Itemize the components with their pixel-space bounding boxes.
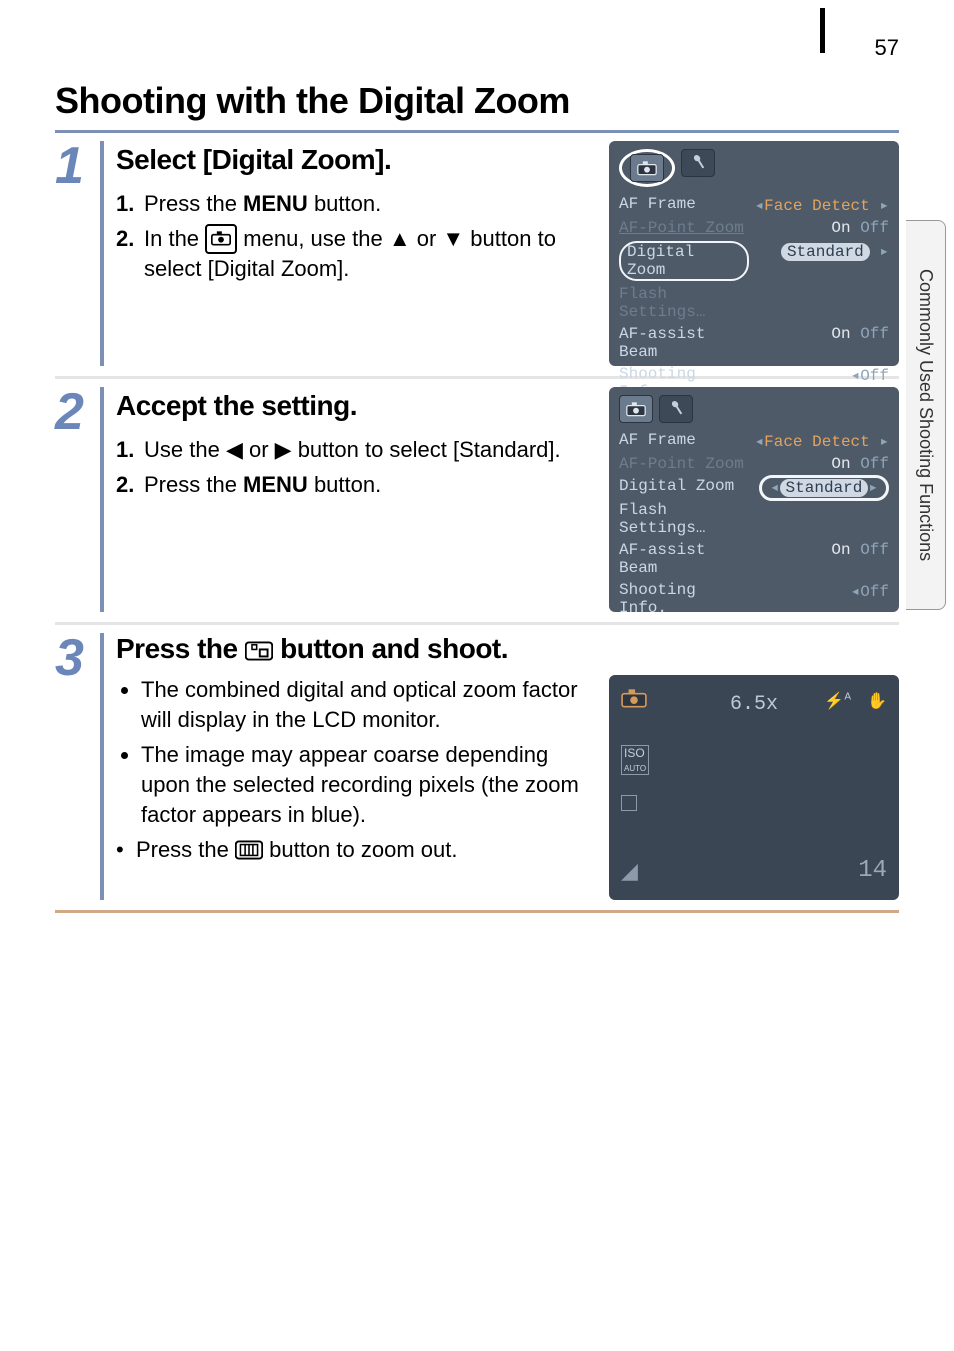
bullet-item: The combined digital and optical zoom fa…	[141, 675, 597, 734]
step-item: In the menu, use the ▲ or ▼ button to se…	[116, 224, 597, 284]
menu-row: Flash Settings…	[619, 499, 889, 539]
zoom-out-icon	[235, 837, 269, 862]
step-number: 1	[55, 141, 100, 366]
right-arrow-icon: ▶	[275, 437, 292, 462]
up-arrow-icon: ▲	[389, 226, 411, 251]
lcd-menu-screenshot-2: AF Frame◂Face Detect ▸ AF-Point ZoomOn O…	[609, 387, 899, 612]
camera-tab-icon	[619, 395, 653, 423]
step-text: Select [Digital Zoom]. Press the MENU bu…	[116, 141, 609, 366]
zoom-factor-value: 6.5x	[730, 693, 778, 716]
menu-row: AF-assist BeamOn Off	[619, 323, 889, 363]
right-arrow-icon: ▸	[879, 243, 889, 261]
flash-auto-icon: ⚡A	[824, 691, 851, 711]
step-item: Press the MENU button.	[116, 189, 597, 219]
camera-mode-icon	[621, 687, 647, 715]
menu-row: Digital ZoomStandard ▸	[619, 239, 889, 283]
menu-row: Digital Zoom◂Standard▸	[619, 475, 889, 499]
image-quality-icon: ◢	[621, 858, 638, 884]
page: 57 Shooting with the Digital Zoom 1 Sele…	[0, 0, 954, 913]
image-size-icon	[621, 795, 637, 811]
step-body: Press the button and shoot. The combined…	[100, 633, 899, 900]
camera-menu-icon	[205, 224, 237, 254]
side-tab: Commonly Used Shooting Functions	[906, 220, 946, 610]
step-body: Select [Digital Zoom]. Press the MENU bu…	[100, 141, 899, 366]
step-number: 3	[55, 633, 100, 900]
step-item: Use the ◀ or ▶ button to select [Standar…	[116, 435, 597, 465]
tools-tab-icon	[681, 149, 715, 177]
zoom-in-icon	[245, 633, 280, 664]
tools-tab-icon	[659, 395, 693, 423]
step-text: Accept the setting. Use the ◀ or ▶ butto…	[116, 387, 609, 612]
title-underline	[55, 130, 899, 133]
menu-row: AF-Point ZoomOn Off	[619, 217, 889, 239]
step-heading: Select [Digital Zoom].	[116, 141, 597, 179]
step-heading: Press the button and shoot.	[116, 633, 899, 665]
page-number: 57	[875, 35, 899, 61]
lcd-shooting-screenshot: 6.5x ⚡A ✋ ISOAUTO ◢ 14	[609, 675, 899, 900]
step-body: Accept the setting. Use the ◀ or ▶ butto…	[100, 387, 899, 612]
shots-remaining-value: 14	[858, 857, 887, 884]
circled-camera-tab	[619, 149, 675, 187]
step-item: Press the MENU button.	[116, 470, 597, 500]
menu-row: AF-Point ZoomOn Off	[619, 453, 889, 475]
side-tab-label: Commonly Used Shooting Functions	[915, 269, 936, 561]
menu-row: AF Frame◂Face Detect ▸	[619, 193, 889, 217]
menu-row: AF Frame◂Face Detect ▸	[619, 429, 889, 453]
step-1: 1 Select [Digital Zoom]. Press the MENU …	[55, 141, 899, 379]
step-text: The combined digital and optical zoom fa…	[116, 675, 609, 900]
down-arrow-icon: ▼	[442, 226, 464, 251]
step-2: 2 Accept the setting. Use the ◀ or ▶ but…	[55, 387, 899, 625]
bullet-item: The image may appear coarse depending up…	[141, 740, 597, 829]
bottom-rule	[55, 910, 899, 913]
left-arrow-icon: ◀	[226, 437, 243, 462]
menu-row: Shooting Info.◂Off	[619, 579, 889, 619]
page-title: Shooting with the Digital Zoom	[55, 80, 899, 122]
camera-tab-icon	[630, 154, 664, 182]
header-divider	[820, 8, 825, 53]
lcd-menu-screenshot-1: AF Frame◂Face Detect ▸ AF-Point ZoomOn O…	[609, 141, 899, 366]
iso-auto-icon: ISOAUTO	[621, 745, 649, 775]
bullet-item: • Press the button to zoom out.	[116, 835, 597, 865]
step-heading: Accept the setting.	[116, 387, 597, 425]
menu-row: AF-assist BeamOn Off	[619, 539, 889, 579]
step-number: 2	[55, 387, 100, 612]
stabilizer-icon: ✋	[867, 691, 887, 711]
menu-row: Flash Settings…	[619, 283, 889, 323]
step-3: 3 Press the button and shoot. The combin…	[55, 633, 899, 910]
